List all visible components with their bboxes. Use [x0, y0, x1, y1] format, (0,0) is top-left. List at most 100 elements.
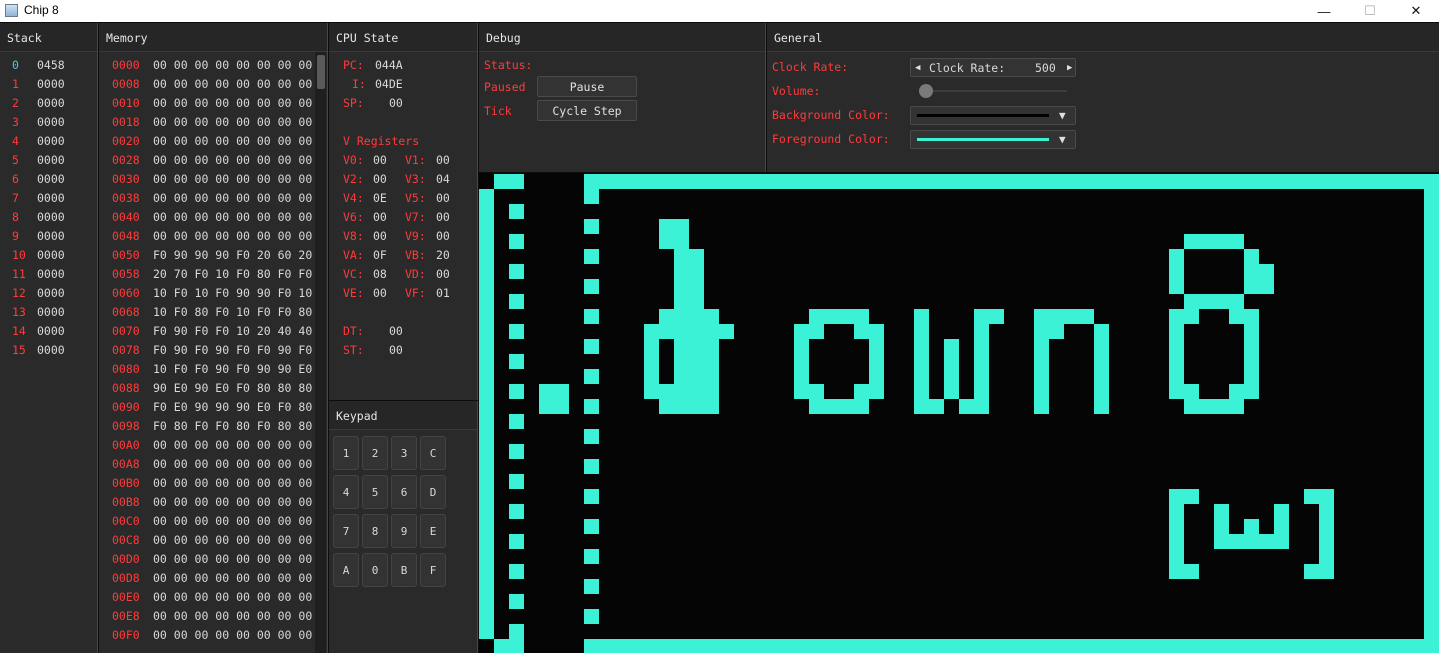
- dot-pixel: [509, 534, 524, 549]
- background-color-label: Background Color:: [772, 108, 890, 122]
- cycle-step-button[interactable]: Cycle Step: [537, 100, 637, 121]
- memory-bytes: 90 E0 90 E0 F0 80 80 80: [153, 381, 313, 395]
- memory-address: 0008: [112, 77, 140, 91]
- memory-scroll-thumb[interactable]: [317, 55, 325, 89]
- stack-value: 0000: [37, 153, 65, 167]
- close-button[interactable]: ✕: [1393, 0, 1439, 22]
- keypad-key-0[interactable]: 0: [362, 553, 388, 587]
- screen-pixel: [809, 309, 869, 324]
- memory-row: 00A0 00 00 00 00 00 00 00 00: [99, 438, 314, 457]
- keypad-key-b[interactable]: B: [391, 553, 417, 587]
- keypad-key-6[interactable]: 6: [391, 475, 417, 509]
- keypad-key-8[interactable]: 8: [362, 514, 388, 548]
- stack-row: 2 0000: [0, 96, 97, 115]
- memory-row: 0090 F0 E0 90 90 90 E0 F0 80: [99, 400, 314, 419]
- v-register-value: 04: [436, 172, 450, 186]
- keypad-key-c[interactable]: C: [420, 436, 446, 470]
- memory-row: 0070 F0 90 F0 F0 10 20 40 40: [99, 324, 314, 343]
- stack-index: 15: [12, 343, 26, 357]
- keypad-key-f[interactable]: F: [420, 553, 446, 587]
- dropdown-arrow-icon[interactable]: ▼: [1059, 109, 1066, 122]
- minimize-button[interactable]: —: [1301, 0, 1347, 22]
- keypad-title: Keypad: [329, 401, 477, 430]
- screen-pixel: [1169, 564, 1199, 579]
- decrement-arrow-icon[interactable]: ◀: [915, 63, 920, 73]
- increment-arrow-icon[interactable]: ▶: [1067, 63, 1072, 73]
- v-register-value: 00: [373, 153, 387, 167]
- dot-pixel: [509, 354, 524, 369]
- memory-bytes: 00 00 00 00 00 00 00 00: [153, 628, 313, 642]
- memory-row: 00D8 00 00 00 00 00 00 00 00: [99, 571, 314, 590]
- memory-panel: Memory 0000 00 00 00 00 00 00 00 00 0008 00…: [99, 23, 328, 653]
- cpu-state-title: CPU State: [329, 23, 477, 52]
- keypad-key-9[interactable]: 9: [391, 514, 417, 548]
- keypad-key-4[interactable]: 4: [333, 475, 359, 509]
- screen-pixel: [704, 324, 719, 399]
- dot-pixel: [509, 444, 524, 459]
- dot-pixel: [509, 414, 524, 429]
- keypad-key-1[interactable]: 1: [333, 436, 359, 470]
- volume-slider-knob[interactable]: [919, 84, 934, 98]
- memory-bytes: F0 90 F0 F0 10 20 40 40: [153, 324, 313, 338]
- memory-bytes: F0 90 F0 90 F0 F0 90 F0: [153, 343, 313, 357]
- volume-slider-track[interactable]: [919, 90, 1067, 92]
- memory-address: 0058: [112, 267, 140, 281]
- stack-value: 0000: [37, 77, 65, 91]
- memory-bytes: 00 00 00 00 00 00 00 00: [153, 210, 313, 224]
- v-registers-title: V Registers: [343, 134, 420, 148]
- clock-rate-stepper[interactable]: ◀ Clock Rate: 500 ▶: [910, 58, 1076, 77]
- dot-pixel: [584, 579, 599, 594]
- v-register-name: V4:: [343, 191, 364, 205]
- dot-pixel: [584, 339, 599, 354]
- v-register-name: V1:: [405, 153, 426, 167]
- memory-bytes: 00 00 00 00 00 00 00 00: [153, 153, 313, 167]
- keypad-key-2[interactable]: 2: [362, 436, 388, 470]
- dot-pixel: [509, 234, 524, 249]
- memory-bytes: 00 00 00 00 00 00 00 00: [153, 495, 313, 509]
- v-register-value: 00: [373, 172, 387, 186]
- frame-pixel: [509, 624, 524, 639]
- dot-pixel: [584, 489, 599, 504]
- screen-pixel: [659, 384, 674, 399]
- memory-row: 0038 00 00 00 00 00 00 00 00: [99, 191, 314, 210]
- stack-row: 4 0000: [0, 134, 97, 153]
- memory-bytes: 10 F0 F0 90 F0 90 90 E0: [153, 362, 313, 376]
- keypad-key-d[interactable]: D: [420, 475, 446, 509]
- keypad-key-5[interactable]: 5: [362, 475, 388, 509]
- stack-row: 11 0000: [0, 267, 97, 286]
- v-register-name: VE:: [343, 286, 364, 300]
- memory-address: 0020: [112, 134, 140, 148]
- dot-pixel: [509, 474, 524, 489]
- memory-address: 0040: [112, 210, 140, 224]
- v-register-value: 00: [436, 267, 450, 281]
- stack-value: 0000: [37, 172, 65, 186]
- keypad-key-e[interactable]: E: [420, 514, 446, 548]
- stack-row: 12 0000: [0, 286, 97, 305]
- status-label: Status:: [484, 58, 533, 72]
- clock-rate-value[interactable]: 500: [1035, 61, 1056, 75]
- memory-scrollbar[interactable]: [315, 52, 326, 653]
- stack-value: 0000: [37, 324, 65, 338]
- maximize-button[interactable]: ☐: [1347, 0, 1393, 22]
- memory-bytes: 00 00 00 00 00 00 00 00: [153, 229, 313, 243]
- keypad-key-7[interactable]: 7: [333, 514, 359, 548]
- st-label: ST:: [343, 343, 364, 357]
- foreground-color-picker[interactable]: ▼: [910, 130, 1076, 149]
- memory-bytes: 00 00 00 00 00 00 00 00: [153, 96, 313, 110]
- memory-bytes: 00 00 00 00 00 00 00 00: [153, 571, 313, 585]
- memory-address: 0098: [112, 419, 140, 433]
- keypad-key-a[interactable]: A: [333, 553, 359, 587]
- memory-row: 0008 00 00 00 00 00 00 00 00: [99, 77, 314, 96]
- dot-pixel: [509, 504, 524, 519]
- background-color-picker[interactable]: ▼: [910, 106, 1076, 125]
- keypad-key-3[interactable]: 3: [391, 436, 417, 470]
- dropdown-arrow-icon[interactable]: ▼: [1059, 133, 1066, 146]
- stack-row: 15 0000: [0, 343, 97, 362]
- memory-bytes: 00 00 00 00 00 00 00 00: [153, 590, 313, 604]
- frame-pixel: [584, 174, 1439, 189]
- stack-value: 0000: [37, 191, 65, 205]
- pause-button[interactable]: Pause: [537, 76, 637, 97]
- memory-address: 00E0: [112, 590, 140, 604]
- memory-address: 0080: [112, 362, 140, 376]
- general-panel: General Clock Rate: ◀ Clock Rate: 500 ▶ …: [767, 23, 1439, 172]
